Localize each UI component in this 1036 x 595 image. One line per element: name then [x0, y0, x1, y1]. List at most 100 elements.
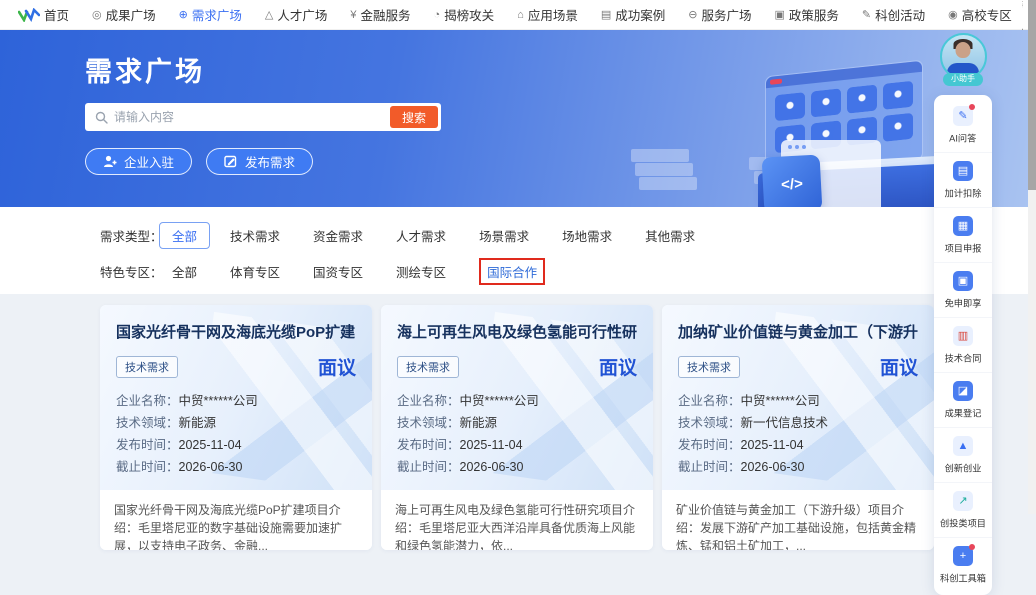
- nav-item-achievements[interactable]: ◎ 成果广场: [92, 5, 156, 24]
- nav-item-university[interactable]: ◉ 高校专区: [948, 5, 1012, 24]
- nav-label: 首页: [44, 5, 69, 24]
- card-description: 海上可再生风电及绿色氢能可行性研究项目介绍：毛里塔尼亚大西洋沿岸具备优质海上风能…: [381, 490, 653, 550]
- sidebar-item-toolbox[interactable]: + 科创工具箱: [934, 537, 992, 592]
- achievements-icon: ◎: [92, 8, 102, 21]
- nav-item-services[interactable]: ⊖ 服务广场: [688, 5, 751, 24]
- card-description: 国家光纤骨干网及海底光缆PoP扩建项目介绍：毛里塔尼亚的数字基础设施需要加速扩展…: [100, 490, 372, 550]
- field-publish-date: 发布时间：2025-11-04: [397, 434, 637, 456]
- nav-label: 金融服务: [360, 5, 410, 24]
- top-nav: 首页 ◎ 成果广场 ⊕ 需求广场 △ 人才广场 ¥ 金融服务 ◔ 揭榜攻关 ⌂ …: [0, 0, 1036, 30]
- sidebar-item-venture-project[interactable]: ↗ 创投类项目: [934, 482, 992, 537]
- enterprise-join-label: 企业入驻: [124, 152, 174, 171]
- filter-zone-international[interactable]: 国际合作: [487, 266, 537, 280]
- sidebar-item-project-apply[interactable]: ▦ 项目申报: [934, 207, 992, 262]
- sidebar-item-tech-contract[interactable]: ▥ 技术合同: [934, 317, 992, 372]
- nav-item-policy[interactable]: ▣ 政策服务: [775, 5, 839, 24]
- demand-card-list: 国家光纤骨干网及海底光缆PoP扩建 技术需求 面议 企业名称：中贸******公…: [0, 294, 1036, 570]
- demand-type-tag: 技术需求: [397, 356, 459, 378]
- filter-type-all[interactable]: 全部: [159, 222, 210, 249]
- filter-type-funding[interactable]: 资金需求: [313, 226, 363, 245]
- sidebar-item-tax-deduction[interactable]: ▤ 加计扣除: [934, 152, 992, 207]
- filter-zone-stateowned[interactable]: 国资专区: [313, 262, 363, 281]
- page-scrollbar-thumb[interactable]: [1028, 0, 1036, 190]
- sidebar-item-achievement-register[interactable]: ◪ 成果登记: [934, 372, 992, 427]
- project-apply-icon: ▦: [953, 216, 973, 236]
- price-label: 面议: [599, 353, 637, 380]
- challenge-icon: ◔: [434, 9, 441, 21]
- cases-icon: ▤: [601, 8, 611, 21]
- assistant-badge[interactable]: 小助手: [943, 73, 983, 86]
- nav-label: 需求广场: [192, 5, 242, 24]
- filter-type-other[interactable]: 其他需求: [645, 226, 695, 245]
- ai-pen-icon: ✎: [953, 106, 973, 126]
- nav-label: 服务广场: [701, 5, 751, 24]
- filter-type-talent[interactable]: 人才需求: [396, 226, 446, 245]
- nav-item-challenge[interactable]: ◔ 揭榜攻关: [434, 5, 495, 24]
- achievement-register-icon: ◪: [953, 381, 973, 401]
- no-apply-benefit-icon: ▣: [953, 271, 973, 291]
- filter-type-scenario[interactable]: 场景需求: [479, 226, 529, 245]
- filter-panel: 需求类型： 全部 技术需求 资金需求 人才需求 场景需求 场地需求 其他需求 特…: [0, 207, 1036, 294]
- sidebar-item-no-apply-benefit[interactable]: ▣ 免申即享: [934, 262, 992, 317]
- filter-type-site[interactable]: 场地需求: [562, 226, 612, 245]
- demand-card-3[interactable]: 加纳矿业价值链与黄金加工（下游升... 技术需求 面议 企业名称：中贸*****…: [662, 305, 934, 550]
- field-tech-area: 技术领域：新能源: [397, 412, 637, 434]
- demand-card-1[interactable]: 国家光纤骨干网及海底光缆PoP扩建 技术需求 面议 企业名称：中贸******公…: [100, 305, 372, 550]
- finance-icon: ¥: [350, 9, 356, 21]
- nav-item-home[interactable]: 首页: [18, 5, 69, 24]
- field-company: 企业名称：中贸******公司: [678, 390, 918, 412]
- demand-card-2[interactable]: 海上可再生风电及绿色氢能可行性研究 技术需求 面议 企业名称：中贸******公…: [381, 305, 653, 550]
- search-bar: 搜索: [85, 103, 441, 131]
- demand-type-tag: 技术需求: [116, 356, 178, 378]
- sidebar-item-ai-qa[interactable]: ✎ AI问答: [934, 98, 992, 152]
- activities-icon: ✎: [862, 8, 871, 21]
- nav-label: 高校专区: [962, 5, 1012, 24]
- quick-tools-panel: ✎ AI问答 ▤ 加计扣除 ▦ 项目申报 ▣ 免申即享 ▥ 技术合同 ◪ 成果登…: [934, 95, 992, 595]
- nav-item-talents[interactable]: △ 人才广场: [265, 5, 327, 24]
- demand-type-filter-row: 需求类型： 全部 技术需求 资金需求 人才需求 场景需求 场地需求 其他需求: [100, 222, 1036, 249]
- floating-sidebar: 小助手 ✎ AI问答 ▤ 加计扣除 ▦ 项目申报 ▣ 免申即享 ▥ 技术合同 ◪…: [932, 33, 994, 595]
- nav-item-activities[interactable]: ✎ 科创活动: [862, 5, 925, 24]
- annotation-highlight-box: 国际合作: [479, 258, 545, 285]
- nav-label: 成功案例: [615, 5, 665, 24]
- university-icon: ◉: [948, 8, 958, 21]
- nav-label: 揭榜攻关: [444, 5, 494, 24]
- field-publish-date: 发布时间：2025-11-04: [116, 434, 356, 456]
- nav-item-cases[interactable]: ▤ 成功案例: [601, 5, 665, 24]
- search-button[interactable]: 搜索: [390, 106, 438, 128]
- tax-deduction-icon: ▤: [953, 161, 973, 181]
- page-scrollbar-track[interactable]: [1028, 0, 1036, 514]
- publish-demand-label: 发布需求: [245, 152, 295, 171]
- hero-banner: </> 需求广场 搜索 企业入驻: [0, 30, 1036, 207]
- filter-type-tech[interactable]: 技术需求: [230, 226, 280, 245]
- sidebar-item-innovation[interactable]: ▲ 创新创业: [934, 427, 992, 482]
- publish-demand-button[interactable]: 发布需求: [206, 148, 313, 175]
- nav-label: 科创活动: [875, 5, 925, 24]
- search-input[interactable]: [114, 110, 390, 124]
- tech-contract-icon: ▥: [953, 326, 973, 346]
- card-title: 国家光纤骨干网及海底光缆PoP扩建: [116, 321, 356, 342]
- nav-label: 人才广场: [277, 5, 327, 24]
- price-label: 面议: [318, 353, 356, 380]
- page-title: 需求广场: [85, 50, 1036, 89]
- filter-zone-sports[interactable]: 体育专区: [230, 262, 280, 281]
- filter-zone-all[interactable]: 全部: [172, 262, 197, 281]
- enterprise-join-button[interactable]: 企业入驻: [85, 148, 192, 175]
- field-company: 企业名称：中贸******公司: [397, 390, 637, 412]
- scenarios-icon: ⌂: [517, 9, 524, 21]
- card-title: 加纳矿业价值链与黄金加工（下游升...: [678, 321, 918, 342]
- field-deadline: 截止时间：2026-06-30: [397, 456, 637, 478]
- nav-item-finance[interactable]: ¥ 金融服务: [350, 5, 410, 24]
- field-company: 企业名称：中贸******公司: [116, 390, 356, 412]
- special-zone-label: 特色专区：: [100, 262, 172, 281]
- talents-icon: △: [265, 8, 273, 21]
- field-deadline: 截止时间：2026-06-30: [678, 456, 918, 478]
- nav-item-scenarios[interactable]: ⌂ 应用场景: [517, 5, 578, 24]
- card-description: 矿业价值链与黄金加工（下游升级）项目介绍：发展下游矿产加工基础设施，包括黄金精炼…: [662, 490, 934, 550]
- demands-icon: ⊕: [179, 8, 188, 21]
- filter-zone-surveying[interactable]: 测绘专区: [396, 262, 446, 281]
- nav-label: 成果广场: [106, 5, 156, 24]
- nav-item-demands[interactable]: ⊕ 需求广场: [179, 5, 242, 24]
- venture-project-icon: ↗: [953, 491, 973, 511]
- field-tech-area: 技术领域：新能源: [116, 412, 356, 434]
